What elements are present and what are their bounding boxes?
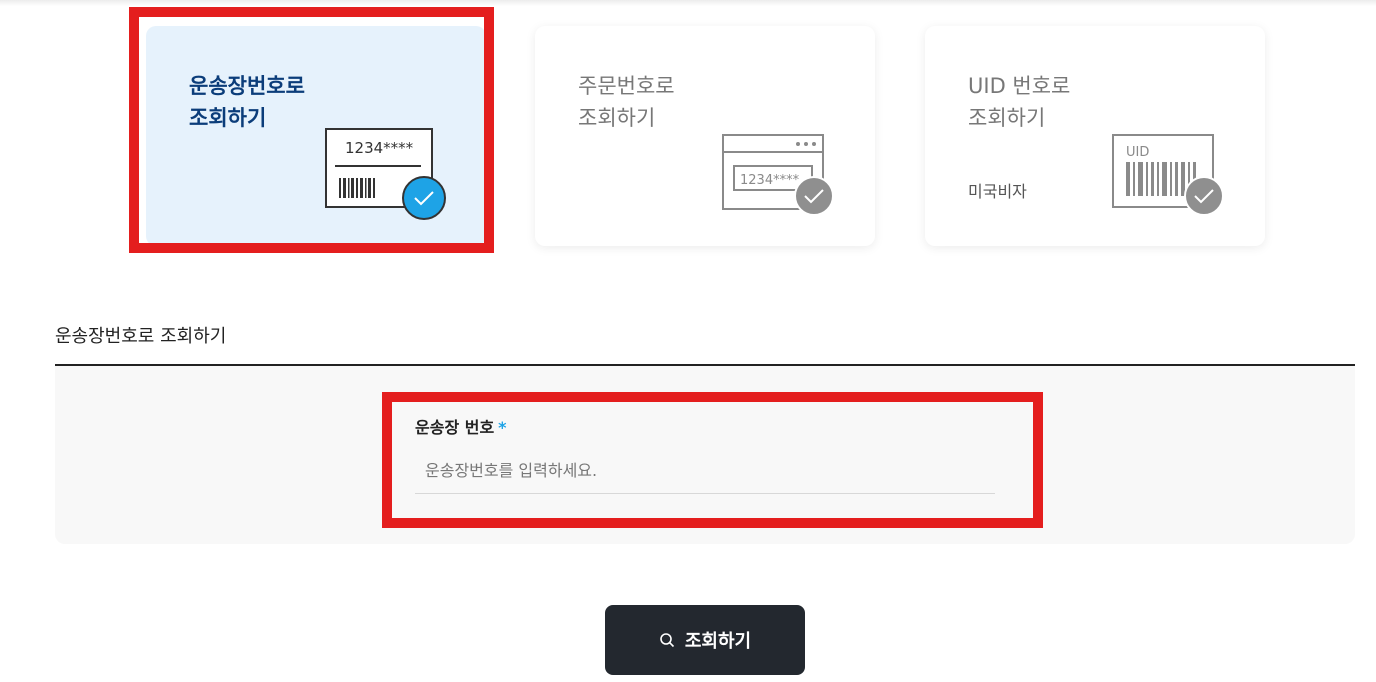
card-title: 주문번호로 조회하기 [578,70,675,134]
waybill-field-label-text: 운송장 번호 [415,418,495,437]
card-uid-lookup[interactable]: UID 번호로 조회하기 미국비자 UID [925,26,1265,246]
card-waybill-lookup[interactable]: 운송장번호로 조회하기 1234**** [146,26,486,246]
search-button[interactable]: 조회하기 [605,605,805,675]
check-icon [794,176,834,216]
tracking-page: 운송장번호로 조회하기 1234**** 주문번호로 조회하기 1234****… [0,0,1376,682]
card-order-lookup[interactable]: 주문번호로 조회하기 1234**** [535,26,875,246]
search-icon [660,633,674,648]
card-title-line1: 주문번호로 [578,74,675,98]
card-title-line2: 조회하기 [968,106,1046,130]
search-button-label: 조회하기 [684,631,752,652]
check-icon [1184,176,1224,216]
card-title-line2: 조회하기 [189,106,267,130]
waybill-number-text: 1234**** [345,139,414,157]
card-title-line1: 운송장번호로 [189,74,305,98]
card-title-line1: UID 번호로 [968,74,1071,98]
card-title: 운송장번호로 조회하기 [189,70,305,134]
card-title: UID 번호로 조회하기 [968,70,1070,134]
waybill-field-label: 운송장 번호 * [415,414,507,438]
required-mark: * [498,418,507,437]
header-shadow [0,0,1376,6]
section-title: 운송장번호로 조회하기 [55,326,227,347]
selected-check-icon [402,176,446,220]
waybill-number-input[interactable] [415,448,995,494]
card-note: 미국비자 [968,182,1027,201]
order-number-text: 1234**** [740,173,800,188]
uid-text: UID [1126,145,1149,160]
card-title-line2: 조회하기 [578,106,656,130]
